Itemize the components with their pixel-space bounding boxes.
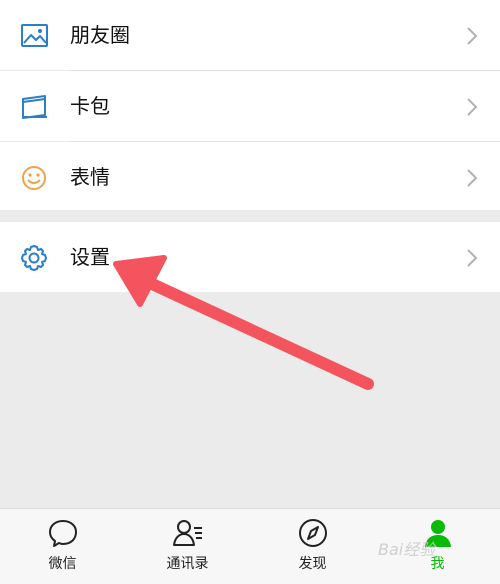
chat-bubble-icon: [47, 517, 79, 549]
contacts-icon: [172, 517, 204, 549]
tab-discover[interactable]: 发现: [250, 509, 375, 584]
tab-label: 通讯录: [166, 556, 209, 572]
compass-icon: [297, 517, 329, 549]
tab-label: 微信: [48, 556, 77, 572]
chevron-right-icon: [466, 97, 478, 117]
chevron-right-icon: [466, 168, 478, 188]
tab-chats[interactable]: 微信: [0, 509, 125, 584]
watermark: Bai经验: [378, 540, 436, 559]
emoji-icon: [20, 164, 50, 192]
card-wallet-icon: [20, 93, 50, 121]
menu-item-label: 卡包: [70, 94, 110, 118]
menu-item-label: 表情: [70, 165, 110, 189]
menu-item-settings[interactable]: 设置: [0, 222, 500, 292]
section-gap: [0, 210, 500, 222]
menu-item-card-wallet[interactable]: 卡包: [0, 71, 500, 141]
moments-icon: [20, 22, 50, 50]
menu-item-label: 朋友圈: [70, 23, 130, 47]
tab-label: 发现: [298, 556, 327, 572]
menu-item-moments[interactable]: 朋友圈: [0, 0, 500, 70]
menu-item-label: 设置: [70, 245, 110, 269]
gear-icon: [20, 244, 50, 272]
tab-contacts[interactable]: 通讯录: [125, 509, 250, 584]
chevron-right-icon: [466, 248, 478, 268]
menu-item-emoji[interactable]: 表情: [0, 142, 500, 212]
chevron-right-icon: [466, 26, 478, 46]
